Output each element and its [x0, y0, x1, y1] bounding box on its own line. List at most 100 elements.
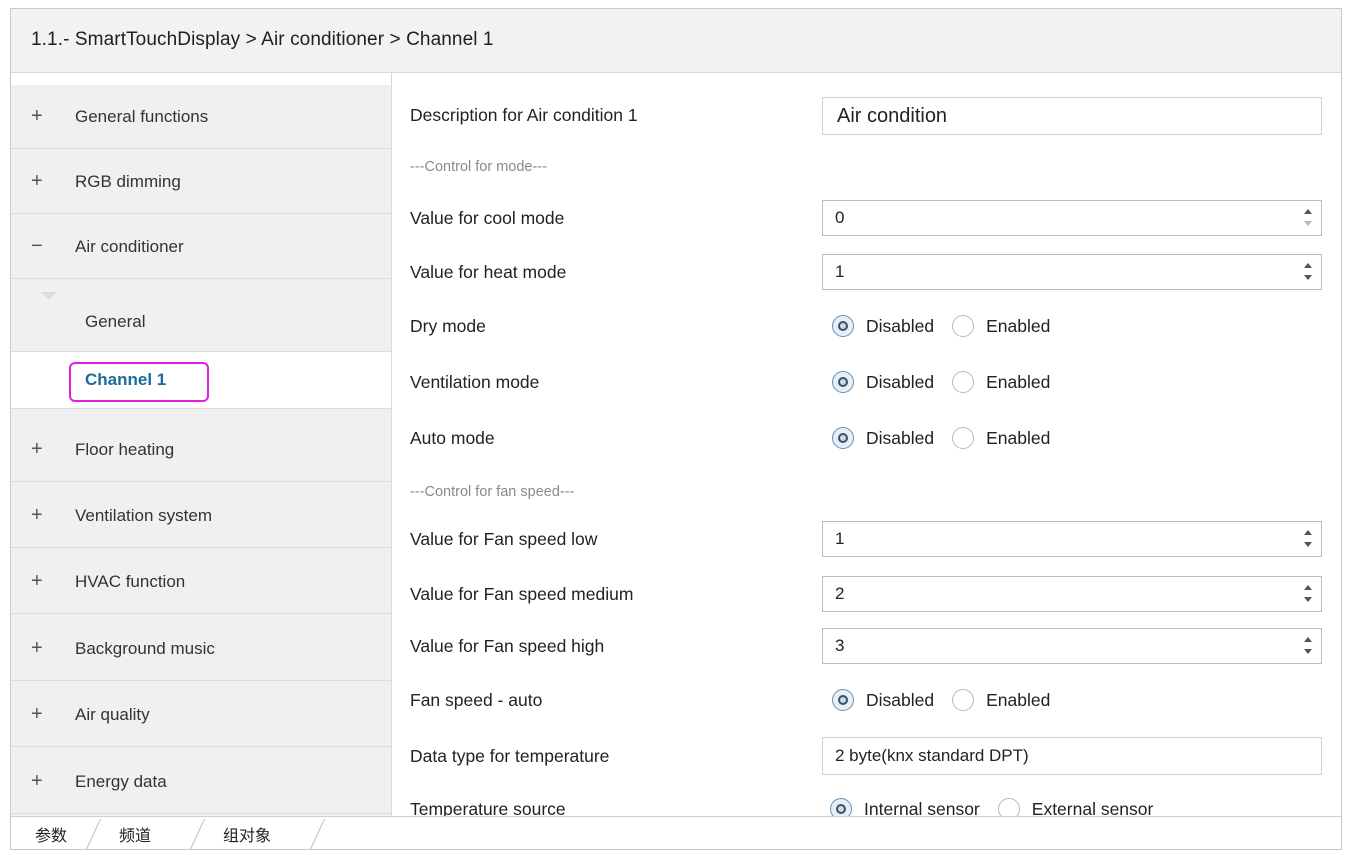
row-cool-mode: Value for cool mode 0 — [392, 198, 1341, 238]
sidebar-item-rgb-dimming[interactable]: + RGB dimming — [11, 150, 391, 214]
spin-arrows-icon[interactable] — [1303, 206, 1313, 230]
radio-disabled[interactable]: Disabled — [832, 371, 934, 393]
stepper-value: 3 — [835, 636, 845, 655]
spin-arrows-icon[interactable] — [1303, 634, 1313, 658]
row-fan-medium: Value for Fan speed medium 2 — [392, 574, 1341, 614]
param-label: Fan speed - auto — [410, 689, 543, 710]
auto-mode-radio-group: Disabled Enabled — [832, 418, 1068, 458]
param-label: Value for heat mode — [410, 261, 567, 282]
row-fan-auto: Fan speed - auto Disabled Enabled — [392, 680, 1341, 720]
row-description: Description for Air condition 1 Air cond… — [392, 95, 1341, 135]
param-label: Ventilation mode — [410, 371, 540, 392]
sidebar-item-background-music[interactable]: + Background music — [11, 617, 391, 681]
sidebar-item-air-conditioner[interactable]: − Air conditioner — [11, 215, 391, 279]
expand-icon: + — [31, 703, 43, 725]
radio-enabled[interactable]: Enabled — [952, 689, 1050, 711]
param-label: Value for Fan speed low — [410, 528, 598, 549]
title-bar: 1.1.- SmartTouchDisplay > Air conditione… — [11, 9, 1341, 73]
stepper-value: 2 — [835, 584, 845, 603]
sidebar-subitem-channel-1[interactable]: Channel 1 — [11, 351, 391, 409]
collapse-icon: − — [31, 235, 43, 257]
bottom-tab-bar: 参数 频道 组对象 — [11, 816, 1341, 849]
radio-empty-icon — [952, 315, 975, 337]
sidebar-item-label: HVAC function — [75, 571, 186, 591]
sidebar-item-label: General functions — [75, 106, 209, 126]
expand-icon: + — [31, 170, 43, 192]
sidebar-item-air-quality[interactable]: + Air quality — [11, 683, 391, 747]
param-label: Data type for temperature — [410, 745, 610, 766]
fan-low-stepper[interactable]: 1 — [822, 521, 1322, 557]
expand-icon: + — [31, 570, 43, 592]
row-auto-mode: Auto mode Disabled Enabled — [392, 418, 1341, 458]
parameter-panel: Description for Air condition 1 Air cond… — [391, 73, 1341, 820]
param-label: Dry mode — [410, 315, 486, 336]
sidebar-item-floor-heating[interactable]: + Floor heating — [11, 418, 391, 482]
radio-disabled[interactable]: Disabled — [832, 689, 934, 711]
sidebar-item-general-functions[interactable]: + General functions — [11, 85, 391, 149]
stepper-value: 1 — [835, 529, 845, 548]
row-fan-low: Value for Fan speed low 1 — [392, 519, 1341, 559]
tab-divider — [86, 819, 101, 849]
radio-empty-icon — [952, 689, 975, 711]
param-label: Value for cool mode — [410, 207, 565, 228]
dry-mode-radio-group: Disabled Enabled — [832, 306, 1068, 346]
row-ventilation-mode: Ventilation mode Disabled Enabled — [392, 362, 1341, 402]
param-label: Auto mode — [410, 427, 495, 448]
expand-icon: + — [31, 770, 43, 792]
row-dry-mode: Dry mode Disabled Enabled — [392, 306, 1341, 346]
param-label: Description for Air condition 1 — [410, 104, 638, 125]
cool-mode-stepper[interactable]: 0 — [822, 200, 1322, 236]
stepper-value: 1 — [835, 262, 845, 281]
data-type-field[interactable]: 2 byte(knx standard DPT) — [822, 737, 1322, 775]
section-header-mode: ---Control for mode--- — [410, 159, 547, 175]
sidebar-item-energy-data[interactable]: + Energy data — [11, 750, 391, 814]
fan-auto-radio-group: Disabled Enabled — [832, 680, 1068, 720]
radio-enabled[interactable]: Enabled — [952, 315, 1050, 337]
radio-enabled[interactable]: Enabled — [952, 371, 1050, 393]
heat-mode-stepper[interactable]: 1 — [822, 254, 1322, 290]
stepper-value: 0 — [835, 208, 845, 227]
sidebar: + General functions + RGB dimming − Air … — [11, 85, 391, 816]
sidebar-subitem-label: General — [85, 312, 146, 331]
sidebar-item-label: Background music — [75, 638, 215, 658]
row-fan-high: Value for Fan speed high 3 — [392, 626, 1341, 666]
radio-selected-icon — [832, 371, 854, 393]
sidebar-item-label: Ventilation system — [75, 505, 213, 525]
radio-disabled[interactable]: Disabled — [832, 427, 934, 449]
row-heat-mode: Value for heat mode 1 — [392, 252, 1341, 292]
spin-arrows-icon[interactable] — [1303, 527, 1313, 551]
sidebar-item-label: Energy data — [75, 771, 167, 791]
tab-parameters[interactable]: 参数 — [35, 817, 67, 849]
fan-medium-stepper[interactable]: 2 — [822, 576, 1322, 612]
radio-selected-icon — [832, 427, 854, 449]
tab-channels[interactable]: 频道 — [119, 817, 151, 849]
expand-icon: + — [31, 637, 43, 659]
sidebar-item-ventilation-system[interactable]: + Ventilation system — [11, 484, 391, 548]
radio-enabled[interactable]: Enabled — [952, 427, 1050, 449]
radio-disabled[interactable]: Disabled — [832, 315, 934, 337]
fan-high-stepper[interactable]: 3 — [822, 628, 1322, 664]
tab-divider — [190, 819, 205, 849]
radio-empty-icon — [952, 427, 975, 449]
radio-empty-icon — [952, 371, 975, 393]
spin-arrows-icon[interactable] — [1303, 582, 1313, 606]
sidebar-item-label: Floor heating — [75, 439, 175, 459]
ventilation-mode-radio-group: Disabled Enabled — [832, 362, 1068, 402]
param-label: Value for Fan speed high — [410, 635, 605, 656]
tab-divider — [310, 819, 325, 849]
expand-icon: + — [31, 105, 43, 127]
spin-arrows-icon[interactable] — [1303, 260, 1313, 284]
radio-selected-icon — [832, 689, 854, 711]
sidebar-item-hvac-function[interactable]: + HVAC function — [11, 550, 391, 614]
sidebar-subitem-general[interactable]: General — [11, 292, 391, 351]
page-title: 1.1.- SmartTouchDisplay > Air conditione… — [31, 29, 494, 50]
tab-group-objects[interactable]: 组对象 — [223, 817, 271, 849]
radio-selected-icon — [832, 315, 854, 337]
param-label: Value for Fan speed medium — [410, 583, 634, 604]
editor-window: 1.1.- SmartTouchDisplay > Air conditione… — [10, 8, 1342, 850]
sidebar-item-label: Air conditioner — [75, 236, 184, 256]
sidebar-item-label: RGB dimming — [75, 171, 181, 191]
row-data-type: Data type for temperature 2 byte(knx sta… — [392, 736, 1341, 776]
description-input[interactable]: Air condition — [822, 97, 1322, 135]
expand-icon: + — [31, 438, 43, 460]
